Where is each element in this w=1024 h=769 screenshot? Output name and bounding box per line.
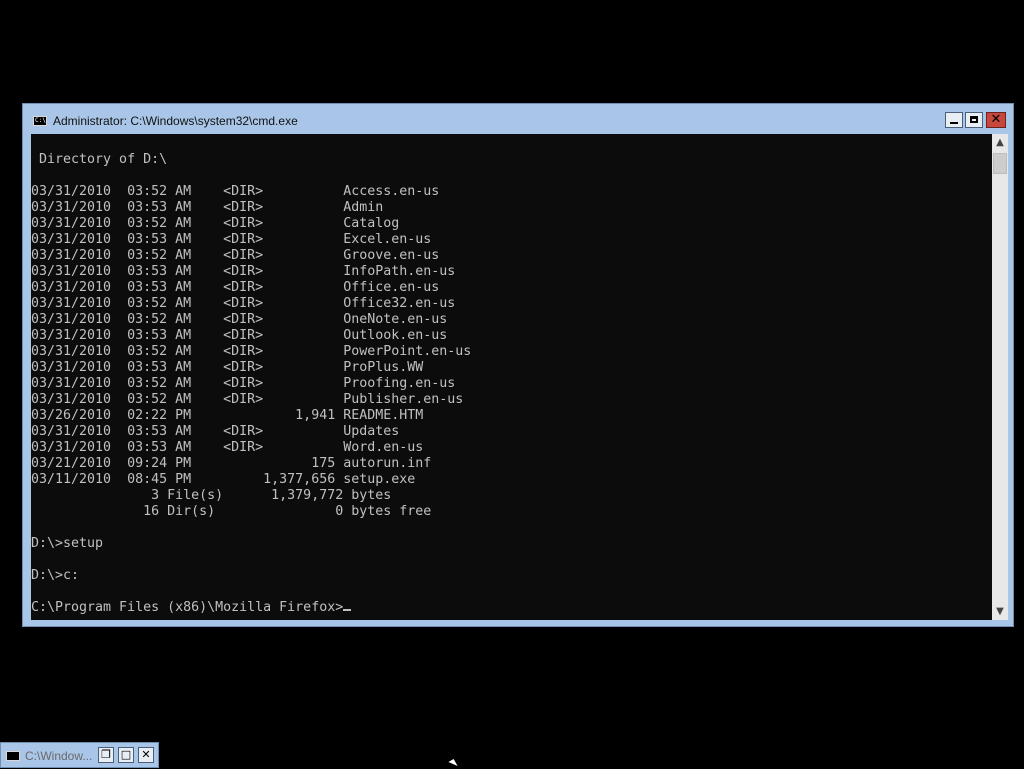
maximize-icon: □ [120, 748, 132, 761]
console-line: 03/31/2010 03:53 AM <DIR> Updates [31, 424, 400, 439]
console-line: 03/31/2010 03:53 AM <DIR> Office.en-us [31, 280, 440, 295]
restore-icon: ❐ [101, 748, 111, 761]
mouse-pointer-icon [448, 759, 458, 769]
console-line: Directory of D:\ [39, 152, 168, 167]
console-line: 03/31/2010 03:52 AM <DIR> Office32.en-us [31, 296, 456, 311]
close-button[interactable]: ✕ [986, 112, 1006, 128]
vertical-scrollbar[interactable]: ▲ ▼ [992, 134, 1008, 620]
maximize-button[interactable]: □ [118, 747, 134, 763]
console-lines: Directory of D:\ 03/31/2010 03:52 AM <DI… [31, 152, 471, 583]
console-line: 03/31/2010 03:53 AM <DIR> Admin [31, 200, 384, 215]
console-icon[interactable]: C:\ [33, 116, 47, 126]
console-text: Directory of D:\ 03/31/2010 03:52 AM <DI… [31, 152, 471, 616]
console-line: 03/31/2010 03:52 AM <DIR> Catalog [31, 216, 400, 231]
console-line: 03/31/2010 03:52 AM <DIR> Access.en-us [31, 184, 440, 199]
scroll-thumb[interactable] [993, 153, 1007, 174]
restore-button[interactable]: ❐ [98, 747, 114, 763]
command-prompt: C:\Program Files (x86)\Mozilla Firefox> [31, 600, 344, 615]
console-line: 16 Dir(s) 0 bytes free [143, 504, 432, 519]
console-line: 03/31/2010 03:53 AM <DIR> Outlook.en-us [31, 328, 448, 343]
console-line: 03/21/2010 09:24 PM 175 autorun.inf [31, 456, 432, 471]
maximize-button[interactable] [965, 112, 983, 128]
close-icon: ✕ [990, 112, 1002, 127]
console-line: 03/31/2010 03:53 AM <DIR> ProPlus.WW [31, 360, 424, 375]
console-line: 3 File(s) 1,379,772 bytes [151, 488, 392, 503]
console-line: 03/31/2010 03:52 AM <DIR> OneNote.en-us [31, 312, 448, 327]
scroll-up-button[interactable]: ▲ [992, 134, 1008, 151]
console-line: 03/26/2010 02:22 PM 1,941 README.HTM [31, 408, 424, 423]
console-line: 03/31/2010 03:53 AM <DIR> Excel.en-us [31, 232, 432, 247]
minimize-button[interactable] [945, 112, 963, 128]
scroll-down-button[interactable]: ▼ [992, 603, 1008, 620]
console-line: 03/31/2010 03:53 AM <DIR> InfoPath.en-us [31, 264, 456, 279]
minimize-icon [950, 122, 958, 124]
scroll-up-icon: ▲ [996, 137, 1004, 148]
text-cursor [343, 609, 352, 611]
console-window[interactable]: C:\ Administrator: C:\Windows\system32\c… [22, 103, 1014, 627]
maximize-icon [970, 116, 978, 123]
console-line: 03/31/2010 03:53 AM <DIR> Word.en-us [31, 440, 424, 455]
close-button[interactable]: ✕ [138, 747, 154, 763]
console-line: 03/11/2010 08:45 PM 1,377,656 setup.exe [31, 472, 416, 487]
window-title: Administrator: C:\Windows\system32\cmd.e… [53, 114, 298, 128]
console-output[interactable]: Directory of D:\ 03/31/2010 03:52 AM <DI… [31, 134, 992, 620]
console-line: 03/31/2010 03:52 AM <DIR> Publisher.en-u… [31, 392, 464, 407]
close-icon: ✕ [141, 748, 151, 761]
console-icon[interactable] [6, 751, 20, 761]
minimized-console-window[interactable]: C:\Window... ❐ □ ✕ [0, 742, 159, 768]
console-line: D:\>setup [31, 536, 104, 551]
console-line: D:\>c: [31, 568, 80, 583]
title-bar[interactable]: C:\ Administrator: C:\Windows\system32\c… [23, 104, 1013, 134]
console-line: 03/31/2010 03:52 AM <DIR> PowerPoint.en-… [31, 344, 472, 359]
console-line: 03/31/2010 03:52 AM <DIR> Groove.en-us [31, 248, 440, 263]
scroll-down-icon: ▼ [996, 606, 1004, 617]
minimized-window-title: C:\Window... [25, 749, 93, 763]
console-line: 03/31/2010 03:52 AM <DIR> Proofing.en-us [31, 376, 456, 391]
